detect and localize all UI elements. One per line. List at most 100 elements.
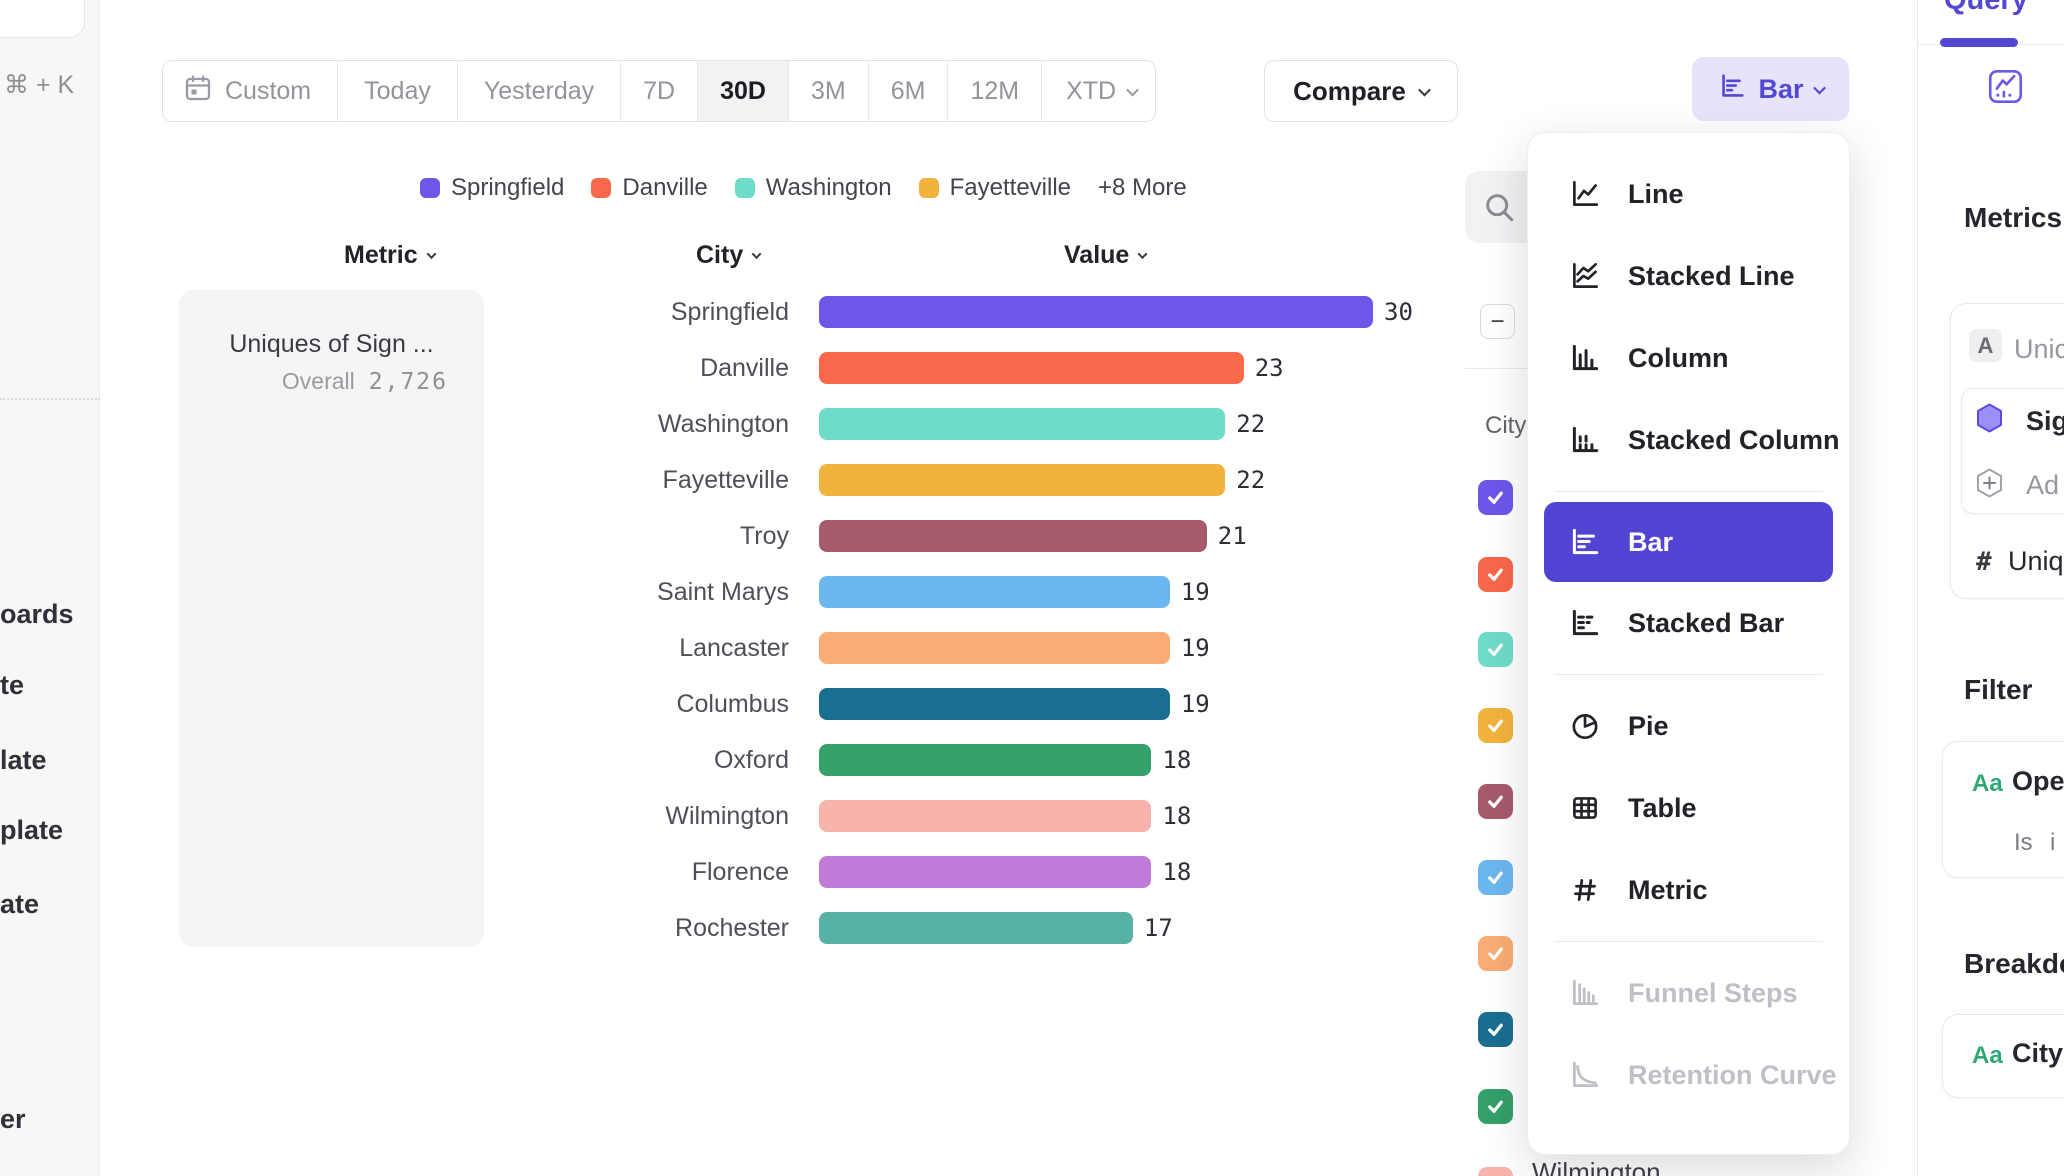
menu-item-table[interactable]: Table [1528, 767, 1849, 849]
bar[interactable] [819, 352, 1244, 384]
bar-row: Washington 22 [489, 396, 1449, 452]
bar[interactable] [819, 800, 1151, 832]
column-header-label: City [696, 241, 743, 270]
bar[interactable] [819, 632, 1170, 664]
chart-legend: Springfield Danville Washington Fayettev… [420, 175, 1187, 201]
bar-row: Wilmington 18 [489, 788, 1449, 844]
overall-label: Overall [282, 368, 355, 395]
legend-more-button[interactable]: +8 More [1098, 174, 1187, 202]
menu-item-bar[interactable]: Bar [1544, 502, 1833, 582]
bar[interactable] [819, 744, 1151, 776]
date-range-label: 6M [891, 77, 926, 106]
add-event-hexagon-icon[interactable] [1974, 467, 2005, 499]
city-checkbox[interactable] [1478, 557, 1513, 592]
bar-category-label: Lancaster [489, 634, 789, 663]
bar[interactable] [819, 688, 1170, 720]
column-header-label: Value [1064, 241, 1129, 270]
bar[interactable] [819, 856, 1151, 888]
date-range-12m[interactable]: 12M [948, 61, 1042, 121]
date-range-segmented-control: Custom Today Yesterday 7D 30D 3M 6M 12M … [162, 60, 1156, 122]
bar[interactable] [819, 576, 1170, 608]
check-icon [1484, 790, 1507, 813]
menu-item-stacked-line[interactable]: Stacked Line [1528, 235, 1849, 317]
collapse-all-button[interactable]: − [1480, 304, 1515, 339]
menu-item-retention-curve[interactable]: Retention Curve [1528, 1034, 1849, 1116]
bar[interactable] [819, 912, 1133, 944]
bar-value: 22 [1236, 466, 1265, 494]
city-checkbox[interactable] [1478, 1089, 1513, 1124]
legend-item[interactable]: Danville [591, 174, 707, 202]
retention-curve-icon [1568, 1058, 1602, 1092]
bar[interactable] [819, 520, 1207, 552]
compare-button[interactable]: Compare [1264, 60, 1458, 122]
date-range-custom[interactable]: Custom [163, 61, 338, 121]
legend-label: Washington [766, 174, 892, 202]
menu-item-pie[interactable]: Pie [1528, 685, 1849, 767]
check-icon [1484, 714, 1507, 737]
date-range-7d[interactable]: 7D [621, 61, 698, 121]
filter-card[interactable] [1942, 741, 2064, 878]
bar-row: Troy 21 [489, 508, 1449, 564]
column-header-city[interactable]: City [696, 241, 760, 270]
chart-type-button[interactable]: Bar [1692, 57, 1849, 121]
aggregation-text[interactable]: Uniqu [2008, 546, 2064, 577]
city-checkbox[interactable] [1478, 936, 1513, 971]
overall-value: 2,726 [369, 369, 448, 395]
date-range-today[interactable]: Today [338, 61, 458, 121]
legend-item[interactable]: Fayetteville [919, 174, 1071, 202]
menu-item-column[interactable]: Column [1528, 317, 1849, 399]
menu-item-stacked-bar[interactable]: Stacked Bar [1528, 582, 1849, 664]
city-checkbox[interactable] [1478, 1012, 1513, 1047]
menu-item-label: Retention Curve [1628, 1060, 1837, 1091]
column-header-metric[interactable]: Metric [344, 241, 435, 270]
menu-item-metric[interactable]: Metric [1528, 849, 1849, 931]
minus-icon: − [1490, 308, 1504, 336]
metric-summary-card[interactable]: Uniques of Sign ... Overall 2,726 [179, 290, 484, 947]
date-range-3m[interactable]: 3M [789, 61, 869, 121]
bar-row: Columbus 19 [489, 676, 1449, 732]
menu-item-funnel-steps[interactable]: Funnel Steps [1528, 952, 1849, 1034]
chevron-down-icon [1126, 83, 1139, 96]
check-icon [1484, 1095, 1507, 1118]
menu-item-line[interactable]: Line [1528, 153, 1849, 235]
city-checkbox[interactable] [1478, 1167, 1513, 1176]
sidebar-item-boards[interactable]: oards [0, 599, 74, 630]
bar-row: Florence 18 [489, 844, 1449, 900]
sidebar-item[interactable]: plate [0, 815, 63, 846]
metric-letter-badge: A [1969, 329, 2002, 362]
insights-chart-icon[interactable] [1987, 68, 2024, 110]
sidebar-item[interactable]: er [0, 1104, 26, 1135]
column-header-value[interactable]: Value [1064, 241, 1146, 270]
search-icon [1481, 189, 1519, 227]
bar-category-label: Danville [489, 354, 789, 383]
date-range-label: 12M [970, 77, 1019, 106]
city-checkbox[interactable] [1478, 860, 1513, 895]
menu-item-label: Stacked Bar [1628, 608, 1784, 639]
sidebar-item[interactable]: late [0, 745, 47, 776]
date-range-6m[interactable]: 6M [869, 61, 949, 121]
bar-category-label: Florence [489, 858, 789, 887]
date-range-30d[interactable]: 30D [698, 61, 789, 121]
bar[interactable] [819, 464, 1225, 496]
event-name-text: Sig [2026, 406, 2064, 437]
menu-item-label: Pie [1628, 711, 1669, 742]
menu-item-label: Stacked Line [1628, 261, 1795, 292]
clipped-city-label: Wilmington [1532, 1157, 1661, 1176]
city-checkbox[interactable] [1478, 784, 1513, 819]
legend-item[interactable]: Springfield [420, 174, 564, 202]
date-range-xtd[interactable]: XTD [1042, 61, 1155, 121]
legend-item[interactable]: Washington [735, 174, 892, 202]
sidebar-search-box[interactable] [0, 0, 85, 38]
bar[interactable] [819, 296, 1373, 328]
city-checkbox[interactable] [1478, 480, 1513, 515]
city-checkbox[interactable] [1478, 708, 1513, 743]
city-checkbox[interactable] [1478, 632, 1513, 667]
sidebar-item[interactable]: ate [0, 889, 39, 920]
menu-item-stacked-column[interactable]: Stacked Column [1528, 399, 1849, 481]
bar[interactable] [819, 408, 1225, 440]
sidebar-item[interactable]: te [0, 670, 24, 701]
tab-query[interactable]: Query [1944, 0, 2028, 17]
date-range-yesterday[interactable]: Yesterday [458, 61, 621, 121]
filter-operator-text[interactable]: Is [2014, 829, 2033, 857]
bar-track: 18 [819, 800, 1449, 832]
